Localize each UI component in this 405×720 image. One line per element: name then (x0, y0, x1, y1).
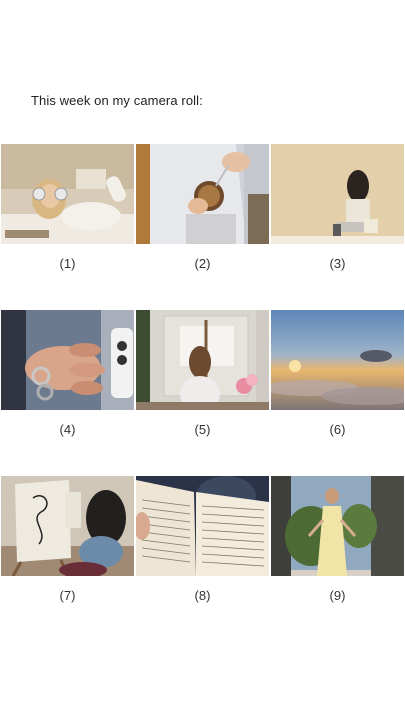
photo-caption: (7) (59, 588, 76, 603)
photo-grid: (1) (2) (3) (4) (5) (6) (7) (8) (9) (0, 0, 405, 720)
girl-painting-easel-photo[interactable] (136, 310, 269, 410)
sunset-clouds-photo[interactable] (271, 310, 404, 410)
girl-sitting-wall-photo[interactable] (271, 144, 404, 244)
coffee-cup-photo[interactable] (136, 144, 269, 244)
photo-caption: (3) (329, 256, 346, 271)
photo-caption: (2) (194, 256, 211, 271)
girl-yellow-dress-photo[interactable] (271, 476, 404, 576)
photo-caption: (1) (59, 256, 76, 271)
photo-caption: (6) (329, 422, 346, 437)
photo-caption: (5) (194, 422, 211, 437)
photo-caption: (9) (329, 588, 346, 603)
girl-headphones-bed-photo[interactable] (1, 144, 134, 244)
hand-rings-phone-photo[interactable] (1, 310, 134, 410)
girl-drawing-canvas-photo[interactable] (1, 476, 134, 576)
open-book-photo[interactable] (136, 476, 269, 576)
photo-caption: (8) (194, 588, 211, 603)
photo-caption: (4) (59, 422, 76, 437)
